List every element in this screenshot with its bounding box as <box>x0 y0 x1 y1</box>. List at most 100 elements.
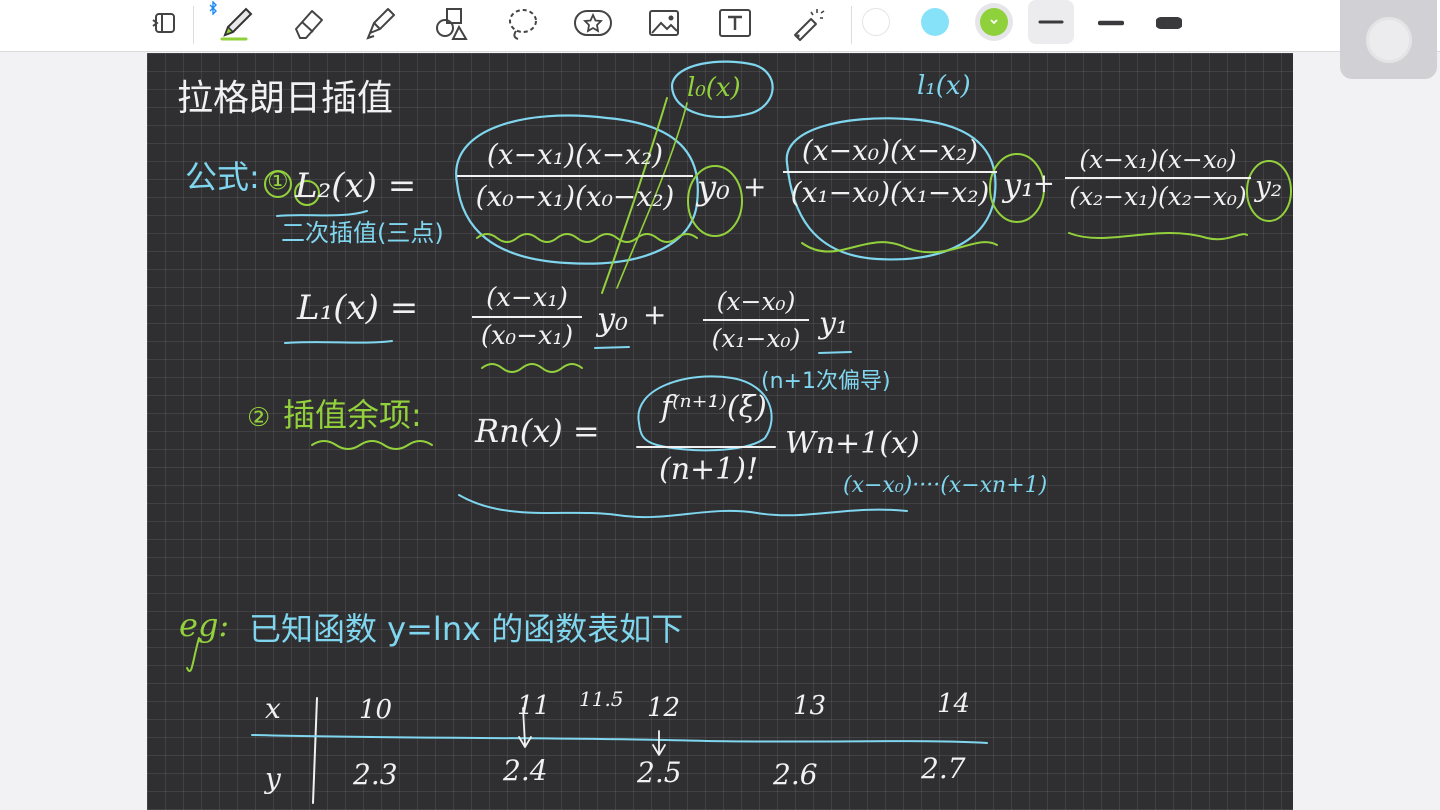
term3-fraction-bar <box>1065 177 1251 179</box>
quadratic-interpolation-note: 二次插值(三点) <box>281 219 444 247</box>
ink-wave-den1 <box>476 233 698 243</box>
highlighter-tool-button[interactable] <box>357 3 403 43</box>
table-vertical-rule <box>312 697 318 804</box>
table-y-value: 2.6 <box>773 758 818 791</box>
term2-fraction-bar <box>783 171 997 173</box>
laser-pointer-tool-button[interactable] <box>784 3 830 43</box>
remainder-label: 插值余项: <box>283 396 422 434</box>
sidebar-toggle-icon <box>152 13 175 33</box>
table-y-label: y <box>265 762 281 795</box>
term2-fraction: (x−x₀)(x−x₂) (x₁−x₀)(x₁−x₂) <box>783 137 997 207</box>
ink-underline-y1-lin <box>818 351 852 354</box>
color-swatch-blue[interactable] <box>921 8 949 36</box>
chevron-down-icon <box>990 19 998 25</box>
text-icon <box>719 9 751 37</box>
stroke-medium-button[interactable] <box>1088 3 1134 43</box>
stroke-thick-icon <box>1156 17 1182 29</box>
eraser-icon <box>295 10 323 39</box>
linear-term2-fraction: (x−x₀) (x₁−x₀) <box>703 289 809 351</box>
omega-expansion: (x−x₀)····(x−xn+1) <box>843 473 1048 498</box>
table-x-value: 10 <box>359 695 393 725</box>
example-text: 已知函数 y=lnx 的函数表如下 <box>249 610 684 648</box>
term3-numerator: (x−x₁)(x−x₀) <box>1079 145 1237 174</box>
color-swatch-white[interactable] <box>862 8 890 36</box>
table-horizontal-rule <box>251 734 988 744</box>
linear-plus-sign: + <box>643 298 667 331</box>
term1-fraction: (x−x₁)(x−x₂) (x₀−x₁)(x₀−x₂) <box>457 141 693 211</box>
term2-numerator: (x−x₀)(x−x₂) <box>801 134 979 167</box>
table-arrow-12 <box>652 730 666 756</box>
stroke-thin-icon <box>1038 20 1064 24</box>
y2-coefficient: y₂ <box>1255 170 1283 203</box>
term2-denominator: (x₁−x₀)(x₁−x₂) <box>790 176 990 209</box>
table-target-x: 11.5 <box>579 687 624 711</box>
sidebar-toggle-button[interactable] <box>141 3 187 43</box>
table-x-value: 11 <box>517 691 551 721</box>
l1-left-hand-side: L₁(x) = <box>297 288 419 328</box>
color-swatch-green-selected[interactable] <box>975 3 1013 41</box>
shapes-tool-button[interactable] <box>428 3 474 43</box>
text-tool-button[interactable] <box>712 3 758 43</box>
derivative-order-note: (n+1次偏导) <box>761 369 891 394</box>
stroke-medium-icon <box>1098 20 1124 26</box>
circle-two-marker: ② <box>247 403 271 433</box>
toolbar-separator <box>193 6 194 44</box>
term1-numerator: (x−x₁)(x−x₂) <box>486 138 664 171</box>
image-icon <box>649 10 679 36</box>
rn-denominator: (n+1)! <box>659 452 759 487</box>
lasso-tool-button[interactable] <box>499 3 545 43</box>
table-x-value: 14 <box>937 689 971 719</box>
plus-sign-1: + <box>743 170 767 203</box>
stroke-thick-button[interactable] <box>1146 3 1192 43</box>
linear-term2-denominator: (x₁−x₀) <box>711 324 801 353</box>
assistive-touch-icon <box>1365 16 1412 63</box>
pen-tool-button[interactable] <box>213 3 259 43</box>
ink-wave-remainder <box>311 440 433 450</box>
highlighter-icon <box>366 8 395 40</box>
formula-label: 公式: <box>185 158 260 196</box>
table-y-value: 2.4 <box>503 754 548 787</box>
table-x-value: 13 <box>793 691 827 721</box>
linear-term2-fraction-bar <box>703 319 809 321</box>
toolbar <box>0 0 1440 52</box>
linear-term2-numerator: (x−x₀) <box>716 287 796 316</box>
sticker-icon <box>574 10 612 36</box>
term1-fraction-bar <box>457 175 693 177</box>
rn-numerator: f⁽ⁿ⁺¹⁾(ξ) <box>661 390 767 425</box>
eraser-tool-button[interactable] <box>285 3 331 43</box>
table-y-value: 2.3 <box>353 758 398 791</box>
table-x-value: 12 <box>647 693 681 723</box>
table-x-label: x <box>265 692 281 725</box>
ink-underline-l2 <box>276 210 368 217</box>
linear-term1-fraction-bar <box>472 316 582 318</box>
linear-term1-denominator: (x₀−x₁) <box>480 321 574 351</box>
linear-y0: y₀ <box>597 300 628 338</box>
stroke-thin-button[interactable] <box>1028 0 1074 44</box>
l2-left-hand-side: L₂(x) = <box>295 166 417 206</box>
toolbar-separator <box>851 6 852 44</box>
ink-wave-rn <box>458 494 908 519</box>
omega-factor: Wn+1(x) <box>785 426 920 461</box>
ink-underline-y0-lin <box>594 346 630 349</box>
l0-basis-label: l₀(x) <box>687 73 741 103</box>
image-tool-button[interactable] <box>641 3 687 43</box>
note-canvas[interactable]: 拉格朗日插值 公式: ① L₂(x) = 二次插值(三点) l₀(x) l₁(x… <box>147 53 1293 810</box>
assistive-touch-button[interactable] <box>1340 0 1437 79</box>
circle-one-marker: ① <box>267 167 289 195</box>
ink-wave-den3 <box>1068 232 1248 241</box>
note-title: 拉格朗日插值 <box>177 78 394 119</box>
table-y-value: 2.7 <box>921 752 966 785</box>
term3-denominator: (x₂−x₁)(x₂−x₀) <box>1069 182 1247 211</box>
laser-pointer-icon <box>794 9 825 41</box>
color-swatch-green <box>980 8 1008 36</box>
lasso-icon <box>509 9 537 40</box>
ink-wave-lin-den <box>481 363 583 373</box>
term3-fraction: (x−x₁)(x−x₀) (x₂−x₁)(x₂−x₀) <box>1065 147 1251 209</box>
shapes-icon <box>436 8 468 40</box>
table-y-value: 2.5 <box>637 756 682 789</box>
y0-coefficient: y₀ <box>697 168 730 208</box>
rn-left-hand-side: Rn(x) = <box>475 412 600 450</box>
linear-term1-numerator: (x−x₁) <box>486 283 568 313</box>
linear-y1: y₁ <box>819 306 848 341</box>
sticker-tool-button[interactable] <box>570 3 616 43</box>
